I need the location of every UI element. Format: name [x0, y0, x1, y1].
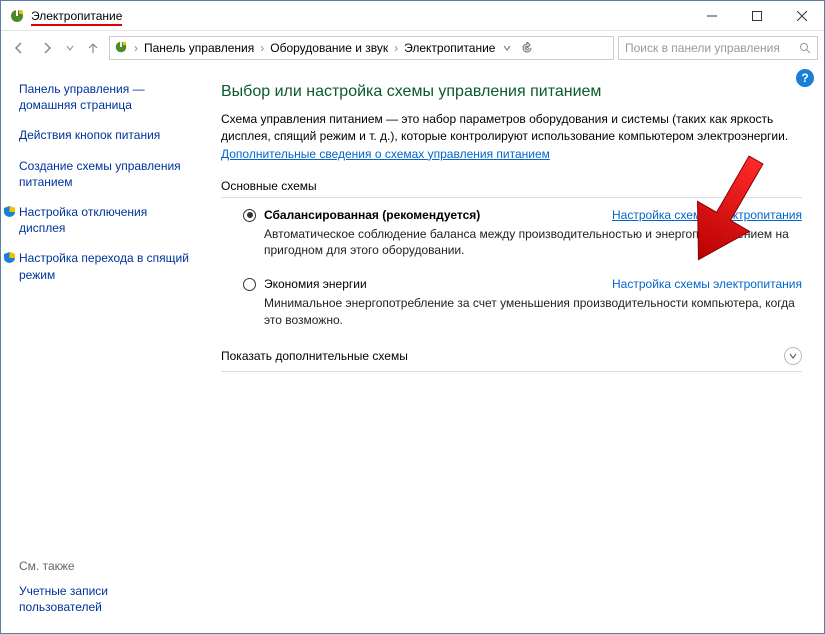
breadcrumb-root[interactable]: Панель управления — [140, 41, 258, 55]
breadcrumb-leaf[interactable]: Электропитание — [400, 41, 499, 55]
refresh-icon[interactable] — [521, 42, 533, 54]
plan-powersaver-settings-link[interactable]: Настройка схемы электропитания — [612, 277, 802, 291]
sidebar-buttons-action-link[interactable]: Действия кнопок питания — [19, 127, 191, 143]
power-options-icon — [9, 8, 25, 24]
forward-button[interactable] — [35, 36, 59, 60]
search-input[interactable]: Поиск в панели управления — [618, 36, 818, 60]
power-options-icon — [114, 40, 128, 57]
chevron-down-icon[interactable] — [503, 44, 511, 52]
back-button[interactable] — [7, 36, 31, 60]
plan-balanced-name: Сбалансированная (рекомендуется) — [264, 208, 480, 222]
page-heading: Выбор или настройка схемы управления пит… — [221, 83, 802, 101]
address-bar: › Панель управления › Оборудование и зву… — [1, 31, 824, 65]
sidebar-display-off-link[interactable]: Настройка отключения дисплея — [19, 204, 191, 236]
plan-balanced-settings-link[interactable]: Настройка схемы электропитания — [612, 208, 802, 222]
window-title: Электропитание — [31, 9, 122, 23]
learn-more-link[interactable]: Дополнительные сведения о схемах управле… — [221, 147, 550, 161]
content-pane: ? Выбор или настройка схемы управления п… — [203, 65, 824, 633]
chevron-down-icon — [784, 347, 802, 365]
sidebar-sleep-link[interactable]: Настройка перехода в спящий режим — [19, 250, 191, 282]
shield-icon — [3, 205, 16, 218]
sidebar-user-accounts-link[interactable]: Учетные записи пользователей — [19, 583, 191, 615]
breadcrumb-mid[interactable]: Оборудование и звук — [266, 41, 392, 55]
basic-plans-header: Основные схемы — [221, 179, 802, 198]
maximize-button[interactable] — [734, 1, 779, 31]
close-button[interactable] — [779, 1, 824, 31]
show-additional-plans[interactable]: Показать дополнительные схемы — [221, 347, 802, 372]
page-description: Схема управления питанием — это набор па… — [221, 111, 802, 145]
sidebar-create-scheme-link[interactable]: Создание схемы управления питанием — [19, 158, 191, 190]
breadcrumb[interactable]: › Панель управления › Оборудование и зву… — [109, 36, 614, 60]
plan-balanced: Сбалансированная (рекомендуется) Настрой… — [243, 208, 802, 260]
plan-balanced-radio[interactable] — [243, 209, 256, 222]
plan-balanced-desc: Автоматическое соблюдение баланса между … — [264, 226, 802, 260]
plan-powersaver-name: Экономия энергии — [264, 277, 367, 291]
titlebar: Электропитание — [1, 1, 824, 31]
plan-powersaver-radio[interactable] — [243, 278, 256, 291]
plan-powersaver-desc: Минимальное энергопотребление за счет ум… — [264, 295, 802, 329]
search-icon — [799, 42, 811, 54]
minimize-button[interactable] — [689, 1, 734, 31]
shield-icon — [3, 251, 16, 264]
see-also-label: См. также — [19, 559, 191, 573]
sidebar-home-link[interactable]: Панель управления — домашняя страница — [19, 81, 191, 113]
sidebar: Панель управления — домашняя страница Де… — [1, 65, 203, 633]
plan-powersaver: Экономия энергии Настройка схемы электро… — [243, 277, 802, 329]
recent-locations-button[interactable] — [63, 36, 77, 60]
help-button[interactable]: ? — [796, 69, 814, 87]
show-additional-plans-label: Показать дополнительные схемы — [221, 349, 408, 363]
up-button[interactable] — [81, 36, 105, 60]
search-placeholder: Поиск в панели управления — [625, 41, 780, 55]
